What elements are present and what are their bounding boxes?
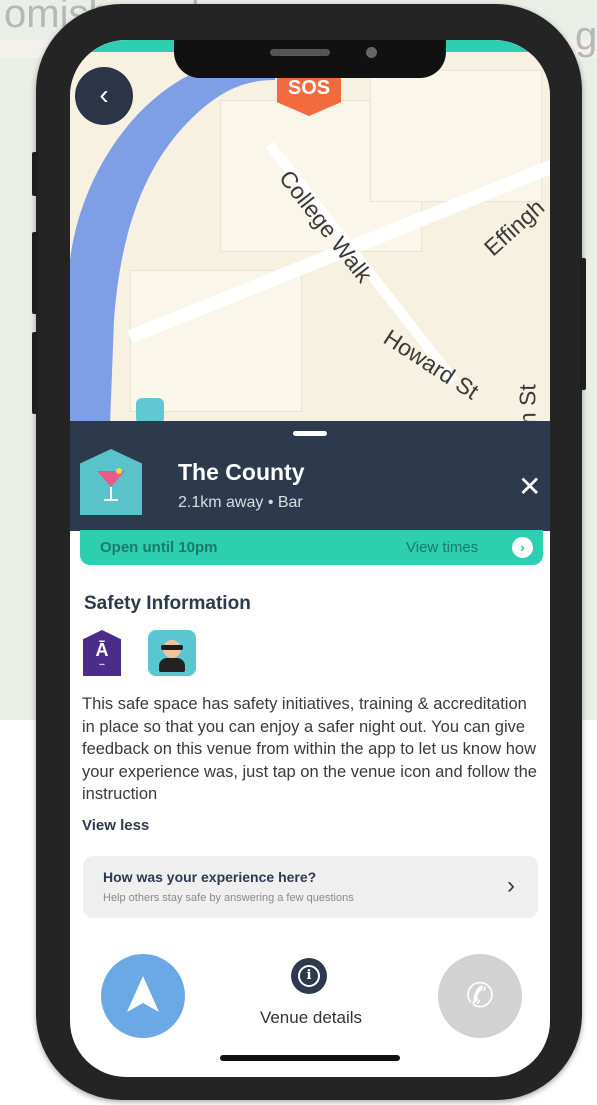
bouncer-badge-icon[interactable] xyxy=(148,630,196,676)
street-label: m St xyxy=(514,384,541,425)
info-glyph: i xyxy=(298,965,320,987)
view-less-link[interactable]: View less xyxy=(82,817,149,834)
safety-description: This safe space has safety initiatives, … xyxy=(82,695,537,803)
feedback-title: How was your experience here? xyxy=(103,869,317,885)
angela-small-text: ▪▪▪ xyxy=(99,662,105,668)
phone-side-button xyxy=(580,258,586,390)
phone-icon: ✆ xyxy=(465,977,495,1015)
close-icon: ✕ xyxy=(518,471,542,502)
map-view[interactable]: College Walk Howard St Effingh m St SOS … xyxy=(70,40,550,425)
cocktail-icon xyxy=(80,449,142,515)
phone-side-button xyxy=(32,332,38,414)
venue-details-button[interactable]: Venue details xyxy=(238,1008,384,1028)
venue-header: The County 2.1km away • Bar ✕ xyxy=(70,421,550,531)
phone-side-button xyxy=(32,152,38,196)
feedback-subtitle: Help others stay safe by answering a few… xyxy=(103,892,354,904)
feedback-card[interactable]: How was your experience here? Help other… xyxy=(83,856,538,918)
phone-side-button xyxy=(32,232,38,314)
call-button[interactable]: ✆ xyxy=(438,954,522,1038)
close-button[interactable]: ✕ xyxy=(518,473,541,501)
navigate-button[interactable] xyxy=(101,954,185,1038)
opening-hours-banner: Open until 10pm View times › xyxy=(80,530,543,565)
home-indicator[interactable] xyxy=(220,1055,400,1061)
background-map-text: g xyxy=(575,14,597,58)
view-times-link[interactable]: View times xyxy=(406,539,478,556)
back-button[interactable]: ‹ xyxy=(75,67,133,125)
open-status: Open until 10pm xyxy=(100,539,218,556)
cocktail-glass-icon xyxy=(97,468,125,501)
bouncer-glasses xyxy=(161,645,183,650)
phone-notch xyxy=(174,40,446,78)
bouncer-body xyxy=(159,658,185,672)
chevron-left-icon: ‹ xyxy=(99,79,109,110)
front-camera xyxy=(366,47,377,58)
angela-a-glyph: Ā xyxy=(95,640,109,660)
chevron-right-icon[interactable]: › xyxy=(512,537,533,558)
safety-title: Safety Information xyxy=(84,593,251,614)
venue-meta: 2.1km away • Bar xyxy=(178,494,303,511)
ask-angela-badge-icon[interactable]: Ā ▪▪▪ xyxy=(83,630,121,676)
navigation-arrow-icon xyxy=(127,976,159,1012)
drag-handle[interactable] xyxy=(293,431,327,436)
speaker-grille xyxy=(270,49,330,56)
info-icon[interactable]: i xyxy=(291,958,327,994)
phone-screen: College Walk Howard St Effingh m St SOS … xyxy=(70,40,550,1077)
venue-name: The County xyxy=(178,459,305,485)
chevron-right-icon: › xyxy=(507,872,515,899)
